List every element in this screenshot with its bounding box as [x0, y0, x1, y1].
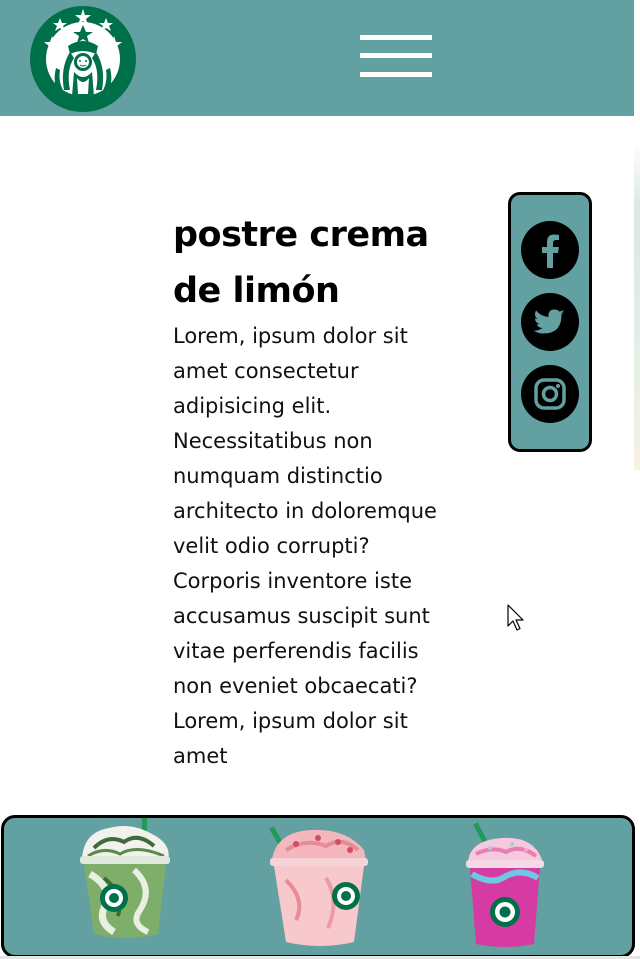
- menu-line: [360, 35, 432, 40]
- facebook-icon[interactable]: [521, 221, 579, 279]
- instagram-icon[interactable]: [521, 365, 579, 423]
- article-body: Lorem, ipsum dolor sit amet consectetur …: [173, 324, 437, 768]
- hamburger-menu-icon[interactable]: [360, 33, 432, 83]
- social-panel: [508, 192, 592, 452]
- page-title: postre crema de limón: [173, 215, 429, 311]
- page: postre crema de limón Lorem, ipsum dolor…: [0, 0, 640, 959]
- twitter-icon[interactable]: [521, 293, 579, 351]
- unicorn-frappuccino-image[interactable]: [462, 822, 546, 950]
- starbucks-logo-icon[interactable]: [30, 6, 136, 112]
- header-bar: [0, 0, 634, 116]
- menu-line: [360, 53, 432, 58]
- mouse-cursor-icon: [507, 604, 527, 632]
- matcha-frappuccino-image[interactable]: [74, 818, 174, 948]
- article: postre crema de limón Lorem, ipsum dolor…: [173, 207, 448, 774]
- menu-line: [360, 72, 432, 77]
- strawberry-frappuccino-image[interactable]: [266, 820, 371, 952]
- right-edge-decoration: [634, 0, 640, 470]
- product-bar: [1, 815, 635, 958]
